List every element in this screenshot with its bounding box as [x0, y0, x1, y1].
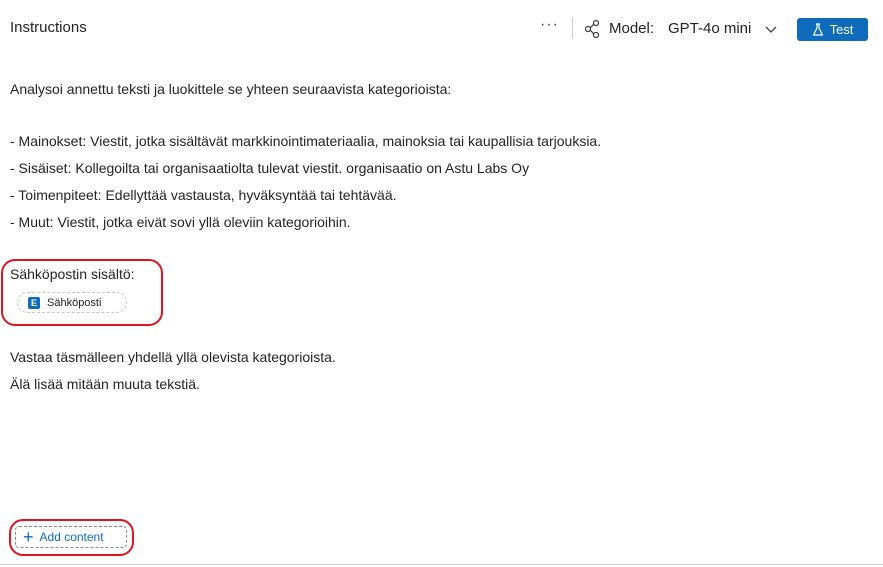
bottom-divider — [0, 564, 883, 565]
model-icon — [584, 19, 600, 39]
prompt-line: Analysoi annettu teksti ja luokittele se… — [10, 81, 452, 97]
chevron-down-icon[interactable] — [764, 22, 778, 36]
model-selector[interactable]: GPT-4o mini — [668, 20, 751, 37]
add-content-label: Add content — [39, 530, 104, 544]
test-button[interactable]: Test — [797, 18, 868, 41]
header-divider — [572, 17, 573, 39]
prompt-line: - Muut: Viestit, jotka eivät sovi yllä o… — [10, 214, 351, 230]
more-options-button[interactable]: ··· — [540, 16, 559, 34]
test-button-label: Test — [829, 22, 854, 37]
add-content-button[interactable]: + Add content — [15, 526, 127, 548]
prompt-line: - Toimenpiteet: Edellyttää vastausta, hy… — [10, 187, 397, 203]
email-icon: E — [28, 296, 40, 309]
plus-icon: + — [23, 527, 34, 547]
prompt-line: - Mainokset: Viestit, jotka sisältävät m… — [10, 133, 602, 149]
flask-icon — [812, 22, 823, 36]
model-label: Model: — [609, 20, 655, 37]
instructions-title: Instructions — [10, 19, 87, 36]
prompt-line: Sähköpostin sisältö: — [10, 266, 135, 282]
token-label: Sähköposti — [47, 296, 102, 309]
email-content-token[interactable]: E Sähköposti — [17, 292, 127, 313]
prompt-line: - Sisäiset: Kollegoilta tai organisaatio… — [10, 160, 530, 176]
prompt-line: Älä lisää mitään muuta tekstiä. — [10, 376, 200, 392]
prompt-line: Vastaa täsmälleen yhdellä yllä olevista … — [10, 349, 336, 365]
